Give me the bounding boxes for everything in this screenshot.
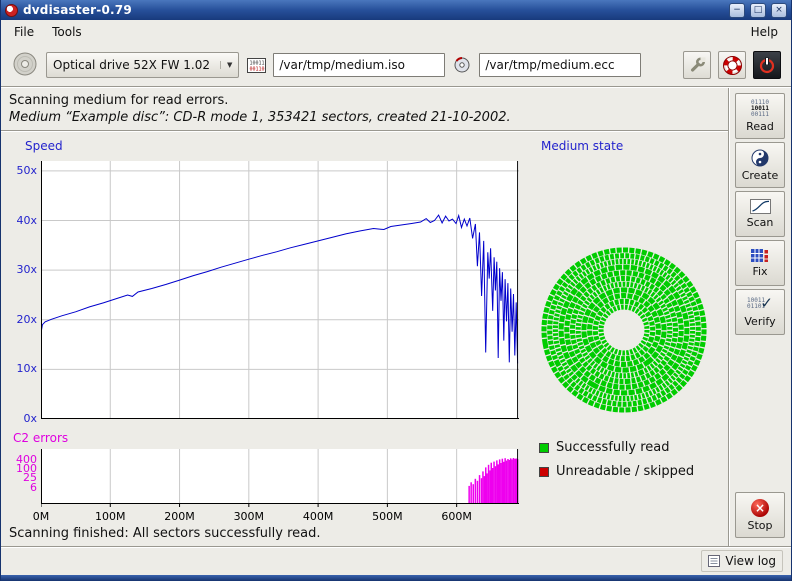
create-label: Create	[742, 169, 779, 182]
ecc-file-icon	[452, 57, 472, 73]
axis-tick-label: 50x	[9, 164, 37, 177]
axis-tick-label: 0x	[9, 412, 37, 425]
scan-panel: Scanning medium for read errors. Medium …	[1, 88, 728, 546]
legend-label: Unreadable / skipped	[556, 464, 694, 479]
image-file-icon: 10011 00110	[246, 57, 266, 73]
axis-tick-label: 25	[9, 471, 37, 484]
create-button[interactable]: Create	[735, 142, 785, 188]
titlebar: dvdisaster-0.79 − □ ×	[1, 0, 791, 20]
iso-path-input[interactable]	[273, 53, 445, 77]
scan-graph-icon	[750, 199, 771, 214]
legend-unreadable: Unreadable / skipped	[539, 464, 694, 479]
stop-icon: ×	[751, 499, 769, 517]
wrench-icon	[689, 57, 706, 74]
toolbar: Optical drive 52X FW 1.02 ▼ 10011 00110	[1, 44, 791, 86]
axis-tick-label: 100	[9, 462, 37, 475]
fix-blocks-icon	[750, 248, 770, 263]
verify-check-icon: 10011 01101 ✓	[747, 296, 773, 313]
legend-swatch-green	[539, 443, 549, 453]
medium-state-title: Medium state	[541, 139, 623, 153]
axis-tick-label: 400	[9, 453, 37, 466]
close-button[interactable]: ×	[771, 3, 787, 18]
yin-yang-icon	[751, 149, 769, 167]
window-frame-edge	[1, 575, 791, 581]
read-button[interactable]: 01110 10011 00111 Read	[735, 93, 785, 139]
axis-tick-label: 600M	[437, 510, 477, 523]
medium-state-disc	[534, 240, 714, 420]
drive-select-value: Optical drive 52X FW 1.02	[53, 58, 210, 72]
disc-icon	[12, 51, 38, 77]
drive-icon-button[interactable]	[11, 51, 39, 79]
axis-tick-label: 500M	[367, 510, 407, 523]
scan-button[interactable]: Scan	[735, 191, 785, 237]
bits-row: 00111	[751, 112, 769, 118]
axis-tick-label: 200M	[160, 510, 200, 523]
app-icon[interactable]	[5, 4, 18, 17]
legend-label: Successfully read	[556, 440, 669, 455]
menu-file[interactable]: File	[5, 21, 43, 43]
drive-select[interactable]: Optical drive 52X FW 1.02 ▼	[46, 52, 239, 78]
power-icon	[758, 56, 776, 74]
axis-tick-label: 30x	[9, 263, 37, 276]
axis-tick-label: 6	[9, 481, 37, 494]
read-bits-icon: 01110 10011 00111	[751, 100, 769, 118]
read-label: Read	[746, 120, 774, 133]
fix-button[interactable]: Fix	[735, 240, 785, 286]
menu-tools[interactable]: Tools	[43, 21, 91, 43]
verify-label: Verify	[744, 315, 775, 328]
axis-tick-label: 0M	[21, 510, 61, 523]
view-log-button[interactable]: View log	[701, 550, 783, 572]
legend-swatch-red	[539, 467, 549, 477]
c2-errors-chart	[41, 449, 519, 509]
view-log-label: View log	[725, 554, 776, 568]
scan-label: Scan	[747, 216, 774, 229]
preferences-button[interactable]	[683, 51, 711, 79]
fix-label: Fix	[752, 265, 767, 278]
check-glyph: ✓	[760, 294, 773, 312]
stop-button[interactable]: × Stop	[735, 492, 785, 538]
log-icon	[708, 555, 720, 567]
axis-tick-label: 20x	[9, 313, 37, 326]
axis-tick-label: 10x	[9, 362, 37, 375]
dvdisaster-help-button[interactable]	[718, 51, 746, 79]
verify-button[interactable]: 10011 01101 ✓ Verify	[735, 289, 785, 335]
status-line: Scanning medium for read errors.	[9, 93, 228, 108]
axis-tick-label: 400M	[298, 510, 338, 523]
app-window: dvdisaster-0.79 − □ × File Tools Help Op…	[0, 0, 792, 581]
main-content: Scanning medium for read errors. Medium …	[1, 88, 791, 546]
window-title: dvdisaster-0.79	[23, 3, 724, 17]
svg-text:00110: 00110	[249, 66, 264, 72]
axis-tick-label: 40x	[9, 214, 37, 227]
minimize-button[interactable]: −	[729, 3, 745, 18]
scan-result-message: Scanning finished: All sectors successfu…	[9, 526, 321, 541]
stop-button-area: × Stop	[729, 492, 791, 538]
speed-chart-title: Speed	[25, 139, 63, 153]
legend-successfully-read: Successfully read	[539, 440, 669, 455]
c2-errors-title: C2 errors	[13, 431, 68, 445]
axis-tick-label: 300M	[229, 510, 269, 523]
medium-info-line: Medium “Example disc”: CD-R mode 1, 3534…	[9, 110, 511, 125]
menubar: File Tools Help	[1, 20, 791, 44]
bottom-bar: View log	[1, 546, 791, 575]
lifebuoy-icon	[723, 56, 742, 75]
info-separator	[1, 130, 728, 132]
maximize-button[interactable]: □	[750, 3, 766, 18]
speed-chart	[41, 161, 519, 419]
menu-help[interactable]: Help	[742, 21, 787, 43]
action-sidebar: 01110 10011 00111 Read Create	[728, 88, 791, 546]
stop-label: Stop	[747, 519, 772, 532]
quit-button[interactable]	[753, 51, 781, 79]
axis-tick-label: 100M	[90, 510, 130, 523]
ecc-path-input[interactable]	[479, 53, 641, 77]
chevron-down-icon: ▼	[220, 61, 232, 69]
